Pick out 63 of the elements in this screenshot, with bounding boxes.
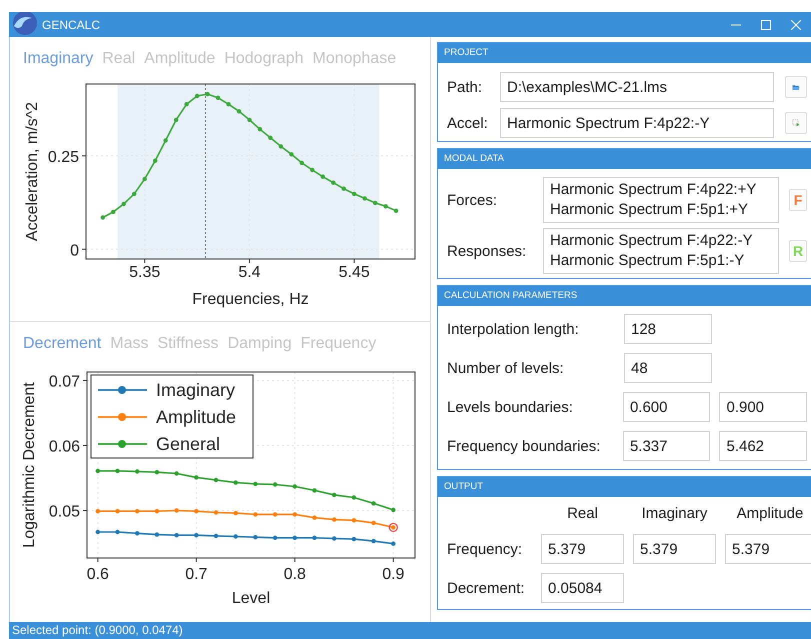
text-field[interactable]: 5.379	[541, 534, 624, 564]
tick-label: 0.06	[48, 438, 80, 456]
list-item[interactable]: Harmonic Spectrum F:4p22:+Y	[550, 180, 772, 200]
text-field[interactable]: 48	[624, 353, 712, 383]
text-field[interactable]: 0.600	[622, 392, 710, 422]
section-header: CALCULATION PARAMETERS	[438, 286, 811, 306]
tick-label: 0.9	[382, 566, 404, 583]
legend-label: Amplitude	[156, 407, 236, 427]
window-title: GENCALC	[42, 18, 100, 32]
tick-label: 0.05	[48, 504, 80, 521]
legend-label: Imaginary	[156, 380, 236, 400]
close-icon[interactable]	[791, 20, 801, 30]
column-header: Imaginary	[642, 505, 708, 524]
text-field[interactable]: Harmonic Spectrum F:4p22:-Y	[500, 108, 774, 138]
tick-label: 0	[70, 242, 79, 260]
tick-label: 5.35	[129, 264, 160, 281]
field-label: Responses:	[447, 242, 528, 260]
axis-title: Acceleration, m/s^2	[24, 102, 41, 242]
field-label: Decrement:	[447, 580, 526, 596]
text-field[interactable]: 0.05084	[541, 573, 624, 603]
field-label: Frequency:	[447, 540, 524, 558]
text-field[interactable]: 5.379	[633, 534, 716, 564]
text-field[interactable]: 5.337	[622, 431, 710, 461]
list-item[interactable]: Harmonic Spectrum F:4p22:-Y	[550, 231, 772, 251]
list-box[interactable]: Harmonic Spectrum F:4p22:-Y Harmonic Spectrum F:5p1:-Y	[543, 228, 779, 274]
tick-label: 0.07	[48, 373, 80, 390]
list-item[interactable]: Harmonic Spectrum F:5p1:-Y	[550, 251, 772, 271]
maximize-icon[interactable]	[761, 20, 771, 30]
tick-label: 0.6	[86, 566, 109, 583]
column-header: Amplitude	[736, 505, 804, 524]
field-label: Frequency boundaries:	[447, 438, 602, 454]
field-label: Accel:	[447, 114, 489, 132]
tick-label: 5.45	[338, 264, 370, 281]
legend-label: General	[156, 434, 220, 454]
tick-label: 5.4	[238, 264, 261, 281]
section-header: PROJECT	[438, 43, 811, 63]
tick-label: 0.25	[48, 148, 79, 166]
field-label: Path:	[447, 78, 484, 96]
tick-label: 0.8	[284, 566, 306, 583]
text-field[interactable]: 128	[624, 314, 712, 344]
text-field[interactable]: 5.462	[719, 431, 808, 461]
list-box[interactable]: Harmonic Spectrum F:4p22:+Y Harmonic Spectrum F:5p1:+Y	[543, 177, 779, 223]
legend-swatch	[98, 413, 147, 421]
tick-label: 0.7	[185, 566, 208, 583]
legend-swatch	[98, 386, 147, 394]
axis-title: Logarithmic Decrement	[21, 382, 38, 548]
section-header: OUTPUT	[438, 477, 811, 497]
field-label: Levels boundaries:	[447, 398, 574, 416]
axis-title: Frequencies, Hz	[192, 291, 309, 308]
axis-title: Level	[232, 590, 270, 607]
list-item[interactable]: Harmonic Spectrum F:5p1:+Y	[550, 200, 772, 220]
field-label: Number of levels:	[447, 360, 565, 376]
column-header: Real	[567, 505, 598, 524]
text-field[interactable]: 0.900	[719, 392, 808, 422]
section-header: MODAL DATA	[438, 149, 811, 169]
status-bar: Selected point: (0.9000, 0.0474)	[9, 622, 811, 639]
app-logo-icon	[10, 12, 38, 36]
open-file-button[interactable]	[785, 76, 807, 98]
field-label: Forces:	[447, 192, 498, 208]
field-label: Interpolation length:	[447, 320, 580, 338]
legend-swatch	[98, 440, 147, 448]
text-field[interactable]: 5.379	[725, 534, 811, 564]
text-field[interactable]: D:\examples\MC-21.lms	[500, 72, 774, 102]
